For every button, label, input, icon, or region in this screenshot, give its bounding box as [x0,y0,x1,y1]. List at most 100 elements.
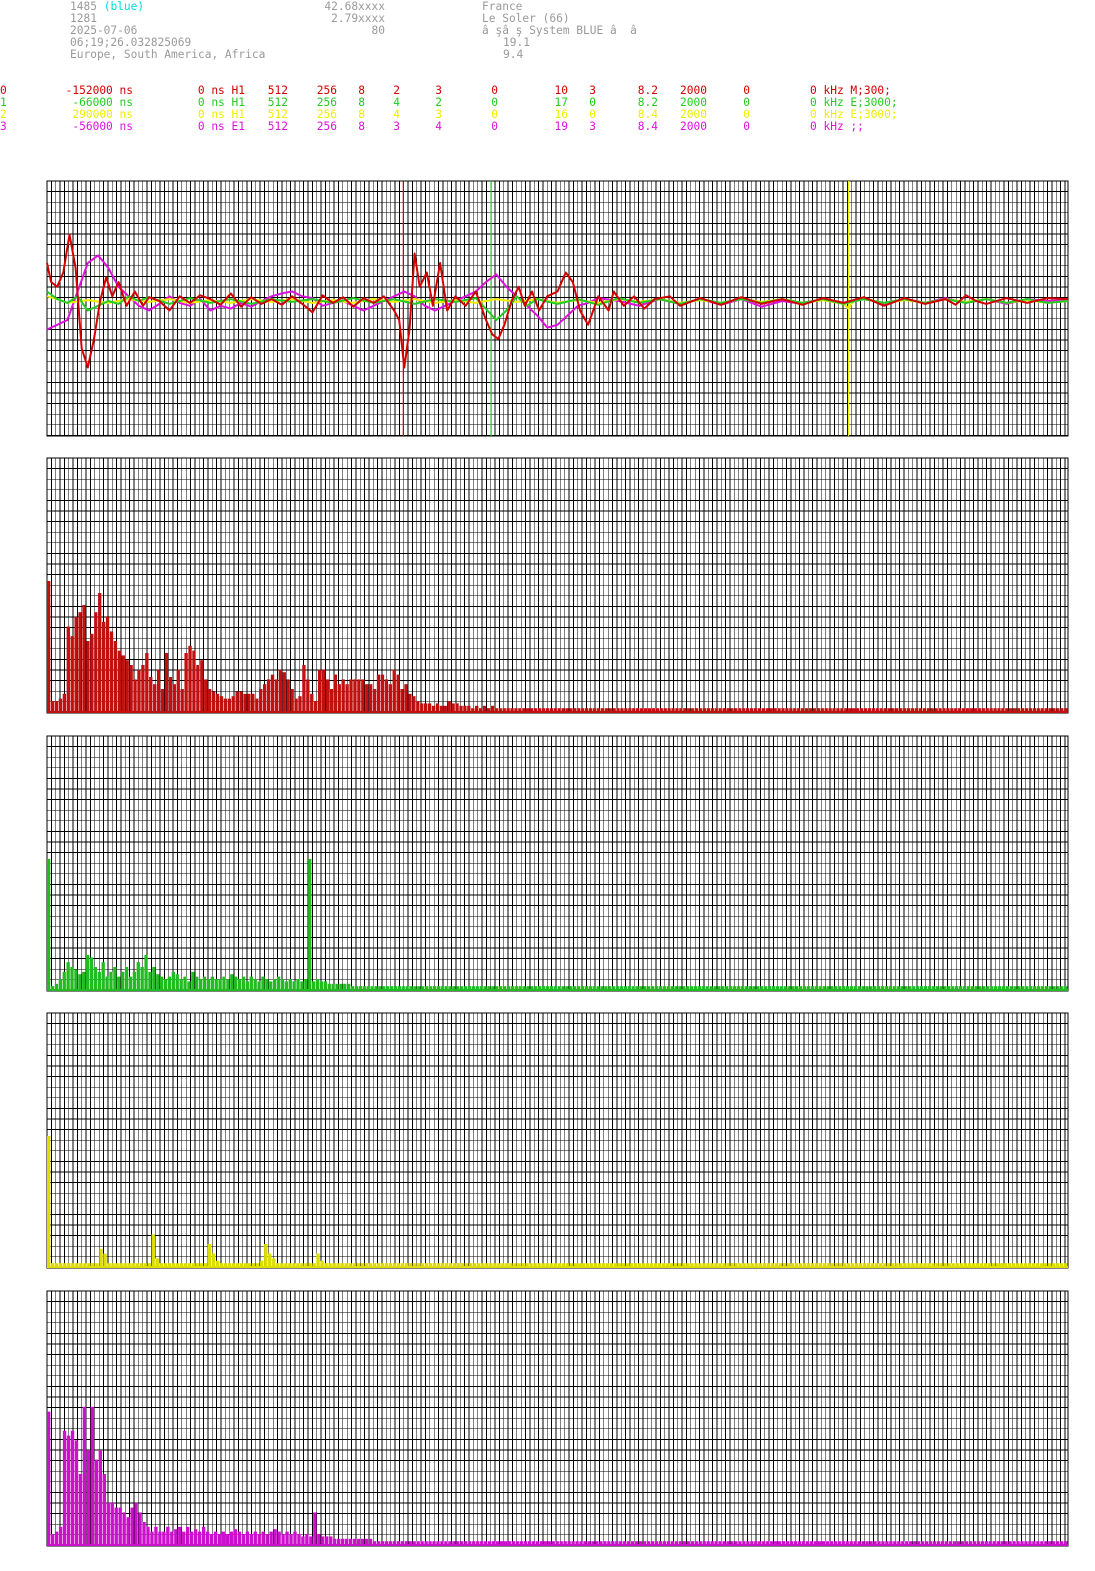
spectrum-bar-ch3-13 [98,1450,103,1546]
spectrum-bar-ch1-5 [66,962,70,991]
spectrum-bar-ch3-54 [261,1531,265,1546]
chart-grid-2 [46,735,1068,991]
spectrum-bar-ch1-31 [167,976,172,991]
spectrum-bar-ch1-15 [105,976,109,991]
spectrum-bar-ch1-32 [171,971,175,991]
spectrum-bar-ch0-40 [204,679,208,713]
spectrum-bar-ch0-17 [113,641,118,713]
spectrum-bar-ch1-10 [85,955,90,991]
spectrum-bar-ch1-7 [74,969,78,991]
spectrum-bar-ch3-37 [193,1529,198,1546]
spectrum-bar-ch3-6 [70,1430,75,1546]
spectrum-bar-ch3-25 [146,1526,150,1546]
spectrum-bar-ch0-64 [298,696,302,713]
spectrum-bar-ch0-45 [223,698,228,713]
spectrum-bar-ch0-79 [357,679,361,713]
spectrum-bar-ch0-24 [141,665,145,713]
spectrum-bar-ch1-52 [249,976,253,991]
spectrum-bar-ch1-24 [140,967,144,991]
spectrum-bar-ch2-41 [211,1253,216,1268]
spectrum-bar-ch0-69 [317,669,322,713]
spectrum-bar-ch0-87 [388,684,392,713]
spectrum-bar-ch0-16 [109,631,114,713]
spectrum-bar-ch1-45 [222,976,226,991]
spectrum-bar-ch0-39 [200,660,204,713]
spectrum-bar-ch0-20 [125,660,129,713]
spectrum-bar-ch0-48 [235,691,239,713]
spectrum-bar-ch3-56 [269,1531,273,1546]
spectrum-bar-ch2-67 [316,1253,320,1268]
spectrum-bar-ch3-40 [205,1531,210,1546]
spectrum-bar-ch1-12 [93,967,98,991]
spectrum-bar-ch0-78 [353,679,357,713]
spectrum-bar-ch3-31 [170,1531,174,1546]
spectrum-baseline-ch3 [47,1544,1068,1546]
spectrum-bar-ch0-29 [160,689,165,713]
chart-grid-4 [46,1290,1068,1546]
spectrum-bar-ch2-13 [99,1248,103,1268]
spectrum-bar-ch1-21 [128,976,133,991]
spectrum-bar-ch0-71 [325,679,330,713]
spectrum-bar-ch3-27 [154,1526,158,1546]
spectrum-bar-ch1-20 [124,967,129,991]
spectrum-bar-ch0-12 [94,612,98,713]
spectrum-bar-ch2-14 [103,1253,107,1268]
spectrum-bar-ch1-11 [89,957,94,991]
spectrum-bar-ch3-22 [134,1502,138,1546]
spectrum-bar-ch0-10 [86,641,90,713]
spectrum-bar-ch1-4 [62,971,66,991]
spectrum-bar-ch0-63 [294,698,298,713]
spectrum-bar-ch3-24 [142,1522,146,1546]
spectrum-bar-ch1-50 [241,976,246,991]
spectrum-bar-ch3-30 [166,1526,170,1546]
spectrum-bar-ch3-48 [237,1531,242,1546]
spectrum-bar-ch0-30 [164,653,169,713]
spectrum-bar-ch0-76 [345,684,349,713]
spectrum-bar-ch1-48 [234,976,238,991]
spectrum-bar-ch3-10 [86,1450,91,1546]
spectrum-bar-ch0-62 [290,689,294,713]
spectrum-bar-ch1-37 [191,971,195,991]
spectrum-bar-ch1-33 [175,974,179,991]
spectrum-bar-ch0-77 [349,679,353,713]
spectrum-bar-ch0-37 [192,650,196,713]
spectrum-bar-ch0-34 [180,689,184,713]
spectrum-bar-ch3-52 [253,1531,257,1546]
spectrum-bar-ch0-41 [208,689,212,713]
spectrum-bar-ch1-14 [101,962,105,991]
spectrum-bar-ch0-28 [156,669,161,713]
spectrum-bar-ch3-38 [197,1531,202,1546]
spectrum-bar-ch3-12 [94,1459,99,1546]
spectrum-bar-ch1-29 [160,976,164,991]
spectrum-bar-ch0-35 [184,653,188,713]
spectrum-bar-ch3-19 [122,1512,126,1546]
spectrum-bar-ch0-88 [392,669,396,713]
spectrum-bar-ch0-54 [259,689,263,713]
spectrum-bar-ch3-42 [213,1531,218,1546]
spectrum-bar-ch0-70 [321,669,326,713]
spectrum-bar-ch2-54 [264,1244,268,1268]
spectrum-bar-ch1-6 [70,967,74,991]
spectrum-baseline-ch2 [47,1266,1068,1268]
spectrum-bar-ch1-22 [132,971,137,991]
spectrum-baseline-ch0 [47,711,1068,713]
spectrum-bar-ch1-42 [210,976,214,991]
spectrum-bar-ch0-57 [270,674,275,713]
spectrum-bar-ch0-0 [47,581,51,713]
spectrum-bar-ch3-5 [66,1435,71,1546]
spectrum-bar-ch0-74 [337,684,341,713]
spectrum-baseline-ch1 [47,989,1068,991]
spectrum-bar-ch0-89 [396,674,400,713]
spectrum-bar-ch1-26 [148,971,152,991]
spectrum-bar-ch3-2 [54,1531,59,1546]
spectrum-bar-ch3-28 [158,1531,162,1546]
spectrum-bar-ch1-27 [152,967,156,991]
spectrum-bar-ch3-18 [118,1507,122,1546]
spectrum-bar-ch0-7 [74,617,78,713]
spectrum-bar-ch1-35 [183,976,187,991]
spectrum-bar-ch0-11 [90,633,94,713]
spectrum-bar-ch0-90 [400,689,404,713]
spectrum-bar-ch3-14 [102,1474,106,1546]
spectrum-bar-ch1-23 [136,962,140,991]
spectrum-bar-ch0-52 [251,693,255,713]
